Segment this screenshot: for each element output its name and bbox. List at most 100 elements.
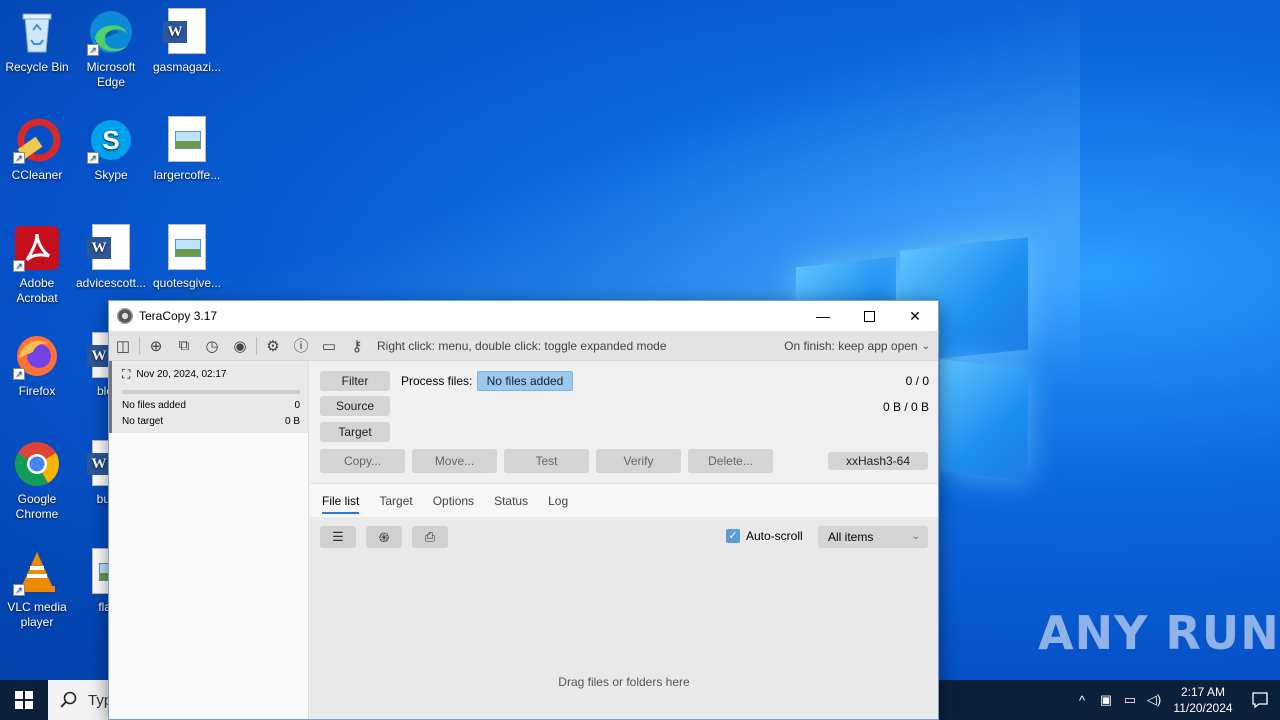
history-icon[interactable]: ◷	[198, 331, 226, 361]
job-item[interactable]: ⛶ Nov 20, 2024, 02:17 No files added 0 N…	[109, 361, 308, 433]
title-bar[interactable]: TeraCopy 3.17 — ✕	[109, 301, 938, 331]
desktop-icon-gasmagazi[interactable]: W gasmagazi...	[150, 8, 224, 75]
tab-log[interactable]: Log	[548, 488, 568, 514]
chevron-down-icon: ⌄	[911, 531, 920, 542]
word-doc-icon: W	[163, 8, 211, 56]
hash-algorithm-button[interactable]: xxHash3-64	[828, 452, 928, 470]
search-icon	[60, 691, 77, 708]
move-button[interactable]: Move...	[412, 449, 497, 473]
desktop-icon-ccleaner[interactable]: ↗ CCleaner	[0, 116, 74, 183]
ccleaner-icon: ↗	[13, 116, 61, 164]
copy-icon[interactable]: ⧉	[170, 331, 198, 361]
hamburger-icon: ☰	[332, 529, 344, 544]
menu-button[interactable]: ☰	[320, 526, 356, 548]
chrome-icon	[13, 440, 61, 488]
acrobat-icon: ↗	[13, 224, 61, 272]
anyrun-watermark: ANY RUN	[1038, 606, 1280, 660]
edge-icon: ↗	[87, 8, 135, 56]
byte-count: 0 B / 0 B	[882, 400, 929, 414]
word-doc-icon: W	[87, 224, 135, 272]
job-row-label: No files added	[122, 400, 186, 411]
windows-logo-pane	[940, 359, 1028, 481]
job-row-value: 0 B	[284, 416, 300, 427]
shortcut-arrow-icon: ↗	[13, 260, 25, 272]
card-icon[interactable]: ▭	[315, 331, 343, 361]
expand-icon: ⛶	[122, 367, 131, 381]
items-filter-select[interactable]: All items ⌄	[818, 526, 928, 548]
on-finish-dropdown[interactable]: On finish: keep app open ⌄	[784, 331, 930, 361]
source-button[interactable]: Source	[320, 396, 390, 416]
desktop-icon-microsoft-edge[interactable]: ↗ Microsoft Edge	[74, 8, 148, 90]
close-button[interactable]: ✕	[892, 301, 938, 331]
tab-target[interactable]: Target	[379, 488, 412, 514]
minimize-icon: —	[816, 308, 830, 324]
desktop-icon-vlc[interactable]: ↗ VLC media player	[0, 548, 74, 630]
vlc-icon: ↗	[13, 548, 61, 596]
tab-options[interactable]: Options	[433, 488, 474, 514]
desktop-icon-advicescott[interactable]: W advicescott...	[74, 224, 148, 291]
desktop-icon-firefox[interactable]: ↗ Firefox	[0, 332, 74, 399]
print-button[interactable]: ⎙	[412, 526, 448, 548]
image-file-icon	[163, 224, 211, 272]
info-icon[interactable]: ⓘ	[287, 331, 315, 361]
volume-icon[interactable]: ◁)	[1142, 680, 1166, 720]
job-row: No files added 0	[122, 398, 300, 414]
network-icon[interactable]: ▭	[1118, 680, 1142, 720]
chevron-up-icon[interactable]: ^	[1070, 680, 1094, 720]
filter-button[interactable]: Filter	[320, 371, 390, 391]
fingerprint-button[interactable]: ֍	[366, 526, 402, 548]
on-finish-label: On finish: keep app open	[784, 339, 918, 353]
items-filter-value: All items	[828, 530, 874, 544]
job-header: ⛶ Nov 20, 2024, 02:17	[122, 367, 300, 382]
maximize-button[interactable]	[846, 301, 892, 331]
taskbar-clock[interactable]: 2:17 AM 11/20/2024	[1166, 684, 1240, 716]
notification-center-button[interactable]	[1240, 680, 1280, 720]
desktop-icon-largercoffe[interactable]: largercoffe...	[150, 116, 224, 183]
auto-scroll-label: Auto-scroll	[746, 529, 803, 543]
add-icon[interactable]: ⊕	[142, 331, 170, 361]
windows-start-icon	[15, 691, 33, 709]
firefox-icon: ↗	[13, 332, 61, 380]
start-button[interactable]	[0, 680, 48, 720]
teracopy-window: TeraCopy 3.17 — ✕ ◫ ⊕ ⧉ ◷ ◉ ⚙ ⓘ ▭ ⚷ Righ…	[108, 300, 939, 720]
job-row-label: No target	[122, 416, 164, 427]
print-icon: ⎙	[424, 529, 436, 544]
job-row-value: 0	[294, 400, 300, 411]
desktop-icon-adobe-acrobat[interactable]: ↗ Adobe Acrobat	[0, 224, 74, 306]
tab-file-list[interactable]: File list	[322, 488, 360, 514]
job-datetime: Nov 20, 2024, 02:17	[136, 369, 227, 380]
recycle-bin-icon	[13, 8, 61, 56]
desktop-icon-skype[interactable]: S ↗ Skype	[74, 116, 148, 183]
target-button[interactable]: Target	[320, 422, 390, 442]
file-list-area[interactable]: ☰ ֍ ⎙ ✓ Auto-scroll All items ⌄ Drag fil…	[310, 517, 938, 719]
gear-icon[interactable]: ⚙	[259, 331, 287, 361]
shortcut-arrow-icon: ↗	[87, 152, 99, 164]
process-files-badge[interactable]: No files added	[477, 371, 573, 391]
close-icon: ✕	[909, 307, 921, 324]
toolbar-divider	[139, 336, 140, 355]
clock-date: 11/20/2024	[1173, 701, 1233, 715]
sidebar-toggle-icon[interactable]: ◫	[109, 331, 137, 361]
maximize-icon	[863, 310, 875, 322]
file-count: 0 / 0	[905, 374, 929, 388]
tab-bar: File list Target Options Status Log	[310, 483, 938, 517]
meet-now-icon[interactable]: ▣	[1094, 680, 1118, 720]
delete-button[interactable]: Delete...	[688, 449, 773, 473]
verify-button[interactable]: Verify	[596, 449, 681, 473]
key-icon[interactable]: ⚷	[343, 331, 371, 361]
minimize-button[interactable]: —	[800, 301, 846, 331]
tab-status[interactable]: Status	[494, 488, 528, 514]
toolbar: ◫ ⊕ ⧉ ◷ ◉ ⚙ ⓘ ▭ ⚷ Right click: menu, dou…	[109, 331, 938, 361]
desktop-icon-google-chrome[interactable]: Google Chrome	[0, 440, 74, 522]
desktop-icon-recycle-bin[interactable]: Recycle Bin	[0, 8, 74, 75]
job-progress-bar	[122, 390, 300, 394]
teracopy-app-icon	[117, 308, 133, 324]
clock-time: 2:17 AM	[1180, 685, 1226, 699]
test-button[interactable]: Test	[504, 449, 589, 473]
copy-button[interactable]: Copy...	[320, 449, 405, 473]
desktop-icon-quotesgive[interactable]: quotesgive...	[150, 224, 224, 291]
image-file-icon	[163, 116, 211, 164]
toolbar-hint: Right click: menu, double click: toggle …	[377, 338, 667, 353]
auto-scroll-checkbox[interactable]: ✓ Auto-scroll	[726, 529, 803, 543]
user-icon[interactable]: ◉	[226, 331, 254, 361]
